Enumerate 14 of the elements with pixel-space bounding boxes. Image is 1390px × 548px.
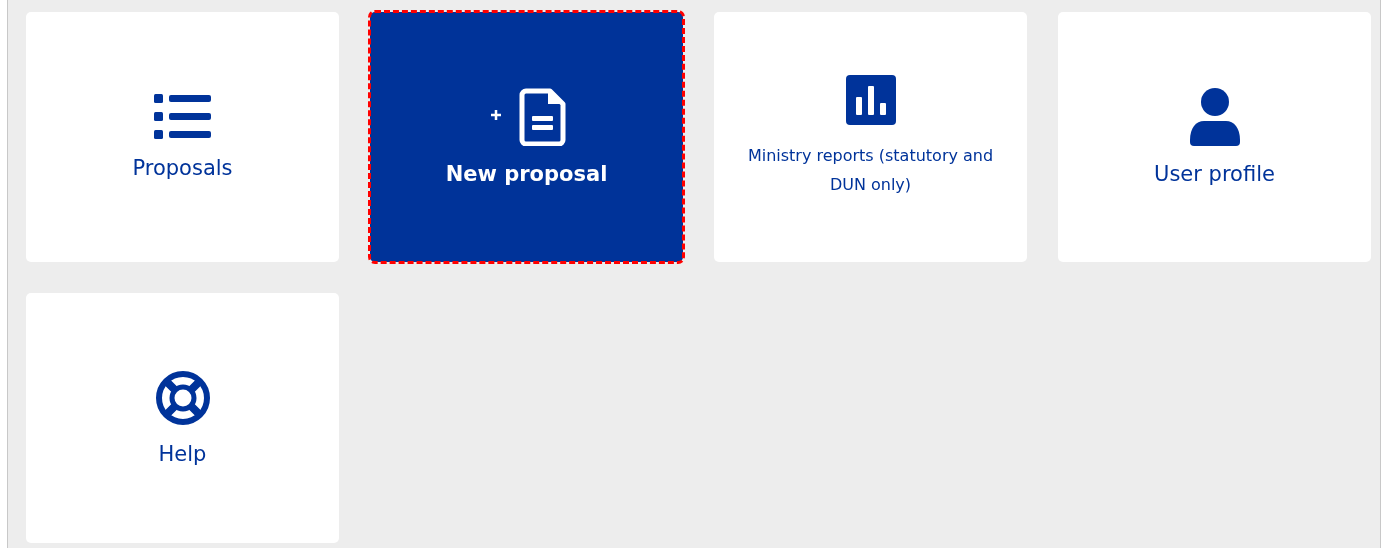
tile-label: Ministry reports (statutory and DUN only) xyxy=(746,145,995,196)
menu-tile[interactable]: Help xyxy=(26,293,339,543)
tile-label: User profile xyxy=(1154,162,1275,186)
tile-label: Proposals xyxy=(132,156,233,180)
menu-tile[interactable]: Proposals xyxy=(26,12,339,262)
menu-tile[interactable]: User profile xyxy=(1058,12,1371,262)
tile-label: New proposal xyxy=(445,162,608,186)
bar-chart-icon xyxy=(845,75,896,125)
tile-label: Help xyxy=(158,442,207,466)
list-icon xyxy=(153,94,212,140)
user-icon xyxy=(1189,88,1240,146)
menu-tile[interactable]: New proposal xyxy=(370,12,683,262)
menu-tile[interactable]: Ministry reports (statutory and DUN only) xyxy=(714,12,1027,262)
lifebuoy-icon xyxy=(154,370,211,426)
